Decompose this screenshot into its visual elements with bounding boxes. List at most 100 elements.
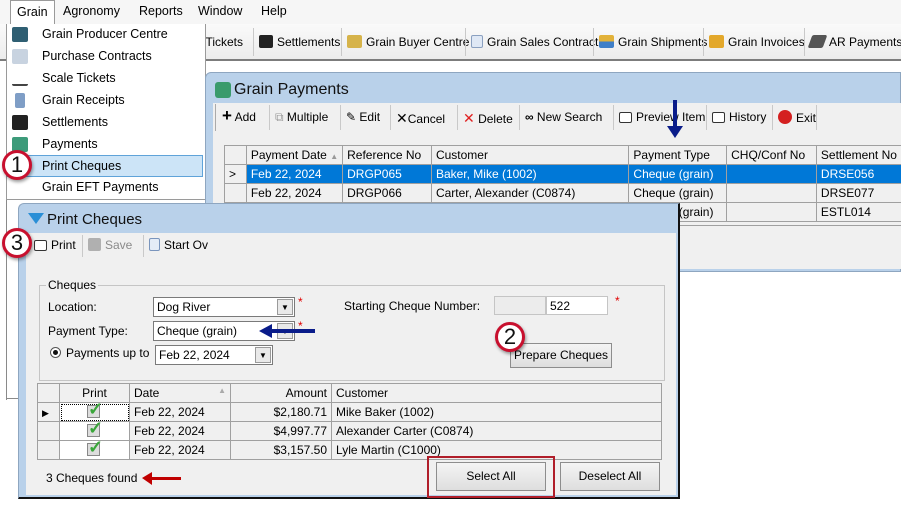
toolbar-grain-sales-contract[interactable]: Grain Sales Contract	[471, 35, 598, 49]
deselect-all-button[interactable]: Deselect All	[560, 462, 660, 491]
toolbar-separator	[816, 105, 817, 130]
multiple-button[interactable]: ⧉ Multiple	[275, 110, 328, 125]
add-button[interactable]: + Add	[222, 107, 256, 124]
button-label: Multiple	[286, 110, 329, 124]
cell-date[interactable]: Feb 22, 2024	[129, 402, 231, 422]
chevron-down-icon[interactable]: ▼	[277, 299, 293, 315]
menu-reports[interactable]: Reports	[139, 4, 183, 18]
cell-settlement-no[interactable]: DRSE056	[815, 164, 901, 184]
cell-settlement-no[interactable]: DRSE077	[815, 183, 901, 203]
new-search-button[interactable]: ∞ New Search	[525, 110, 602, 124]
menu-item-settlements[interactable]: Settlements	[7, 112, 203, 134]
menu-item-grain-receipts[interactable]: Grain Receipts	[7, 90, 203, 112]
binoculars-icon: ∞	[525, 110, 534, 124]
payments-up-to-radio[interactable]	[50, 347, 61, 358]
cell-amount[interactable]: $3,157.50	[230, 440, 332, 460]
cell-payment-date[interactable]: Feb 22, 2024	[245, 183, 344, 203]
cell-date[interactable]: Feb 22, 2024	[129, 421, 231, 441]
cell-date[interactable]: Feb 22, 2024	[129, 440, 231, 460]
menu-item-print-cheques[interactable]: Print Cheques	[7, 155, 203, 177]
payments-up-to-date-picker[interactable]: Feb 22, 2024 ▼	[155, 345, 273, 365]
save-button[interactable]: Save	[88, 238, 132, 252]
edit-button[interactable]: ✎ Edit	[346, 110, 380, 124]
toolbar-grain-invoices[interactable]: Grain Invoices	[709, 35, 805, 49]
preview-item-button[interactable]: Preview Item	[619, 110, 705, 124]
cell-customer[interactable]: Baker, Mike (1002)	[430, 164, 630, 184]
x-icon: ✕	[396, 110, 408, 126]
column-header-settlement-no[interactable]: Settlement No	[815, 145, 901, 165]
payment-type-value: Cheque (grain)	[157, 324, 238, 338]
menu-item-grain-producer-centre[interactable]: Grain Producer Centre	[7, 24, 203, 46]
exit-button[interactable]: Exit	[778, 110, 816, 125]
cell-customer[interactable]: Alexander Carter (C0874)	[331, 421, 662, 441]
cell-chq-conf-no[interactable]	[726, 164, 817, 184]
column-header-reference-no[interactable]: Reference No	[342, 145, 432, 165]
table-row[interactable]: ▶ ✓ Feb 22, 2024 $2,180.71 Mike Baker (1…	[37, 399, 662, 422]
step-badge-1: 1	[2, 150, 32, 180]
table-row[interactable]: > Feb 22, 2024 DRGP065 Baker, Mike (1002…	[224, 164, 901, 184]
cell-chq-conf-no[interactable]	[726, 183, 817, 203]
chevron-down-icon[interactable]: ▼	[255, 347, 271, 363]
toolbar-grain-shipments[interactable]: Grain Shipments	[599, 35, 707, 49]
column-header-amount[interactable]: Amount	[230, 383, 332, 403]
window-title: Grain Payments	[234, 81, 349, 98]
cancel-button[interactable]: ✕Cancel	[396, 110, 445, 127]
sort-ascending-icon: ▲	[330, 152, 339, 161]
prepare-cheques-button[interactable]: Prepare Cheques	[510, 343, 612, 368]
cell-amount[interactable]: $4,997.77	[230, 421, 332, 441]
menu-item-scale-tickets[interactable]: Scale Tickets	[7, 68, 203, 90]
column-header-customer[interactable]: Customer	[430, 145, 630, 165]
cell-customer[interactable]: Mike Baker (1002)	[331, 402, 662, 422]
group-label: Cheques	[48, 278, 97, 292]
cell-chq-conf-no[interactable]	[726, 202, 817, 222]
toolbar-grain-buyer-centre[interactable]: Grain Buyer Centre	[347, 35, 469, 49]
toolbar-separator	[519, 105, 520, 130]
delete-button[interactable]: ✕ Delete	[463, 110, 513, 127]
cell-settlement-no[interactable]: ESTL014	[815, 202, 901, 222]
check-icon: ✓	[88, 399, 104, 419]
start-over-button[interactable]: Start Ov	[149, 238, 208, 252]
table-row[interactable]: ✓ Feb 22, 2024 $4,997.77 Alexander Carte…	[37, 418, 662, 441]
select-all-button[interactable]: Select All	[436, 462, 546, 491]
column-header-chq-conf-no[interactable]: CHQ/Conf No	[726, 145, 817, 165]
menu-agronomy[interactable]: Agronomy	[63, 4, 120, 18]
button-label: Print	[51, 238, 76, 252]
location-dropdown[interactable]: Dog River ▼	[153, 297, 295, 317]
cell-reference-no[interactable]: DRGP066	[342, 183, 432, 203]
row-indicator	[224, 183, 247, 203]
menu-item-grain-eft-payments[interactable]: Grain EFT Payments	[7, 177, 203, 199]
table-row[interactable]: ✓ Feb 22, 2024 $3,157.50 Lyle Martin (C1…	[37, 437, 662, 460]
toolbar-settlements[interactable]: Settlements	[259, 35, 340, 49]
column-header-date[interactable]: Date ▲	[129, 383, 231, 403]
menu-grain[interactable]: Grain	[10, 0, 55, 25]
column-header-payment-date[interactable]: Payment Date ▲	[245, 145, 344, 165]
save-icon	[88, 238, 101, 251]
cell-payment-type[interactable]: Cheque (grain)	[628, 183, 728, 203]
cell-payment-date[interactable]: Feb 22, 2024	[245, 164, 344, 184]
menu-window[interactable]: Window	[198, 4, 242, 18]
cell-payment-type[interactable]: Cheque (grain)	[628, 164, 728, 184]
starting-cheque-label: Starting Cheque Number:	[344, 299, 481, 313]
starting-cheque-input[interactable]: 522	[546, 296, 608, 315]
table-row[interactable]: Feb 22, 2024 DRGP066 Carter, Alexander (…	[224, 183, 901, 203]
menu-help[interactable]: Help	[261, 4, 287, 18]
cell-customer[interactable]: Carter, Alexander (C0874)	[430, 183, 630, 203]
history-button[interactable]: History	[712, 110, 766, 124]
cell-reference-no[interactable]: DRGP065	[342, 164, 432, 184]
print-button[interactable]: Print	[34, 238, 76, 252]
button-label: Edit	[359, 110, 381, 124]
print-checkbox[interactable]: ✓	[59, 437, 130, 460]
menu-item-purchase-contracts[interactable]: Purchase Contracts	[7, 46, 203, 68]
cheques-grid: Print Date ▲ Amount Customer ▶ ✓ Feb 22, …	[37, 383, 662, 460]
toolbar-separator	[390, 105, 391, 130]
print-icon	[34, 240, 47, 251]
toolbar-separator	[804, 28, 805, 56]
toolbar-ar-payments[interactable]: AR Payments	[807, 35, 901, 49]
toolbar-separator	[703, 28, 704, 56]
row-header-column	[37, 383, 60, 403]
cell-amount[interactable]: $2,180.71	[230, 402, 332, 422]
menu-item-payments[interactable]: Payments	[7, 134, 203, 156]
column-header-payment-type[interactable]: Payment Type	[628, 145, 728, 165]
column-header-customer[interactable]: Customer	[331, 383, 662, 403]
step-badge-2: 2	[495, 322, 525, 352]
